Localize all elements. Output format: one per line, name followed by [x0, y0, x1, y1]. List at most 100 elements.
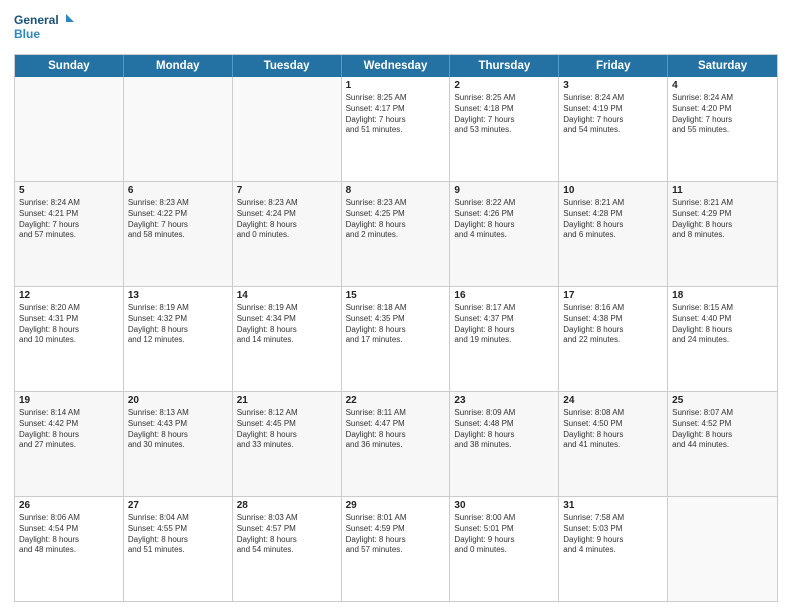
- day-info: Sunrise: 8:09 AM Sunset: 4:48 PM Dayligh…: [454, 408, 554, 451]
- day-info: Sunrise: 8:20 AM Sunset: 4:31 PM Dayligh…: [19, 303, 119, 346]
- day-cell-6: 6 Sunrise: 8:23 AM Sunset: 4:22 PM Daylig…: [124, 182, 233, 286]
- day-number: 11: [672, 185, 773, 196]
- day-cell-5: 5Sunrise: 8:24 AM Sunset: 4:21 PM Daylig…: [15, 182, 124, 286]
- day-number: 15: [346, 290, 446, 301]
- day-cell-30: 30 Sunrise: 8:00 AM Sunset: 5:01 PM Dayli…: [450, 497, 559, 601]
- day-number: 6: [128, 185, 228, 196]
- day-cell-7: 7 Sunrise: 8:23 AM Sunset: 4:24 PM Daylig…: [233, 182, 342, 286]
- day-info: Sunrise: 8:11 AM Sunset: 4:47 PM Dayligh…: [346, 408, 446, 451]
- day-info: Sunrise: 8:16 AM Sunset: 4:38 PM Dayligh…: [563, 303, 663, 346]
- day-number: 3: [563, 80, 663, 91]
- day-info: Sunrise: 8:19 AM Sunset: 4:34 PM Dayligh…: [237, 303, 337, 346]
- calendar-row-3: 19 Sunrise: 8:14 AM Sunset: 4:42 PM Dayli…: [15, 391, 777, 496]
- day-cell-26: 26 Sunrise: 8:06 AM Sunset: 4:54 PM Dayli…: [15, 497, 124, 601]
- day-info: Sunrise: 8:21 AM Sunset: 4:29 PM Dayligh…: [672, 198, 773, 241]
- day-info: Sunrise: 8:06 AM Sunset: 4:54 PM Dayligh…: [19, 513, 119, 556]
- day-info: Sunrise: 8:08 AM Sunset: 4:50 PM Dayligh…: [563, 408, 663, 451]
- logo-svg: General Blue: [14, 10, 74, 46]
- header-day-friday: Friday: [559, 55, 668, 77]
- day-info: Sunrise: 8:13 AM Sunset: 4:43 PM Dayligh…: [128, 408, 228, 451]
- day-cell-22: 22 Sunrise: 8:11 AM Sunset: 4:47 PM Dayli…: [342, 392, 451, 496]
- day-number: 16: [454, 290, 554, 301]
- day-info: Sunrise: 8:14 AM Sunset: 4:42 PM Dayligh…: [19, 408, 119, 451]
- day-info: Sunrise: 8:24 AM Sunset: 4:19 PM Dayligh…: [563, 93, 663, 136]
- day-number: 1: [346, 80, 446, 91]
- logo: General Blue: [14, 10, 74, 46]
- day-info: Sunrise: 8:00 AM Sunset: 5:01 PM Dayligh…: [454, 513, 554, 556]
- day-cell-25: 25Sunrise: 8:07 AM Sunset: 4:52 PM Dayli…: [668, 392, 777, 496]
- day-cell-2: 2 Sunrise: 8:25 AM Sunset: 4:18 PM Daylig…: [450, 77, 559, 181]
- day-cell-31: 31 Sunrise: 7:58 AM Sunset: 5:03 PM Dayli…: [559, 497, 668, 601]
- day-cell-11: 11 Sunrise: 8:21 AM Sunset: 4:29 PM Dayli…: [668, 182, 777, 286]
- day-number: 23: [454, 395, 554, 406]
- day-info: Sunrise: 8:25 AM Sunset: 4:18 PM Dayligh…: [454, 93, 554, 136]
- calendar-body: 1 Sunrise: 8:25 AM Sunset: 4:17 PM Daylig…: [15, 77, 777, 601]
- day-number: 19: [19, 395, 119, 406]
- calendar-row-4: 26 Sunrise: 8:06 AM Sunset: 4:54 PM Dayli…: [15, 496, 777, 601]
- day-number: 14: [237, 290, 337, 301]
- day-info: Sunrise: 7:58 AM Sunset: 5:03 PM Dayligh…: [563, 513, 663, 556]
- day-info: Sunrise: 8:21 AM Sunset: 4:28 PM Dayligh…: [563, 198, 663, 241]
- day-info: Sunrise: 8:07 AM Sunset: 4:52 PM Dayligh…: [672, 408, 773, 451]
- day-cell-18: 18 Sunrise: 8:15 AM Sunset: 4:40 PM Dayli…: [668, 287, 777, 391]
- empty-cell: [124, 77, 233, 181]
- empty-cell: [15, 77, 124, 181]
- day-info: Sunrise: 8:19 AM Sunset: 4:32 PM Dayligh…: [128, 303, 228, 346]
- day-number: 29: [346, 500, 446, 511]
- header-day-monday: Monday: [124, 55, 233, 77]
- day-number: 5: [19, 185, 119, 196]
- day-info: Sunrise: 8:03 AM Sunset: 4:57 PM Dayligh…: [237, 513, 337, 556]
- day-number: 7: [237, 185, 337, 196]
- day-number: 21: [237, 395, 337, 406]
- day-cell-19: 19 Sunrise: 8:14 AM Sunset: 4:42 PM Dayli…: [15, 392, 124, 496]
- header-day-sunday: Sunday: [15, 55, 124, 77]
- day-info: Sunrise: 8:24 AM Sunset: 4:20 PM Dayligh…: [672, 93, 773, 136]
- calendar-row-0: 1 Sunrise: 8:25 AM Sunset: 4:17 PM Daylig…: [15, 77, 777, 181]
- day-cell-20: 20 Sunrise: 8:13 AM Sunset: 4:43 PM Dayli…: [124, 392, 233, 496]
- svg-text:Blue: Blue: [14, 27, 40, 41]
- day-number: 27: [128, 500, 228, 511]
- empty-cell: [233, 77, 342, 181]
- day-cell-12: 12 Sunrise: 8:20 AM Sunset: 4:31 PM Dayli…: [15, 287, 124, 391]
- day-cell-15: 15 Sunrise: 8:18 AM Sunset: 4:35 PM Dayli…: [342, 287, 451, 391]
- calendar-header: SundayMondayTuesdayWednesdayThursdayFrid…: [15, 55, 777, 77]
- calendar-row-2: 12 Sunrise: 8:20 AM Sunset: 4:31 PM Dayli…: [15, 286, 777, 391]
- day-number: 10: [563, 185, 663, 196]
- day-number: 18: [672, 290, 773, 301]
- day-number: 31: [563, 500, 663, 511]
- header-day-saturday: Saturday: [668, 55, 777, 77]
- day-info: Sunrise: 8:25 AM Sunset: 4:17 PM Dayligh…: [346, 93, 446, 136]
- day-number: 22: [346, 395, 446, 406]
- day-number: 20: [128, 395, 228, 406]
- day-info: Sunrise: 8:12 AM Sunset: 4:45 PM Dayligh…: [237, 408, 337, 451]
- day-cell-9: 9 Sunrise: 8:22 AM Sunset: 4:26 PM Daylig…: [450, 182, 559, 286]
- day-cell-24: 24 Sunrise: 8:08 AM Sunset: 4:50 PM Dayli…: [559, 392, 668, 496]
- day-cell-29: 29Sunrise: 8:01 AM Sunset: 4:59 PM Dayli…: [342, 497, 451, 601]
- page: General Blue SundayMondayTuesdayWednesda…: [0, 0, 792, 612]
- header-day-wednesday: Wednesday: [342, 55, 451, 77]
- day-number: 30: [454, 500, 554, 511]
- day-number: 9: [454, 185, 554, 196]
- header: General Blue: [14, 10, 778, 46]
- day-number: 26: [19, 500, 119, 511]
- day-number: 4: [672, 80, 773, 91]
- day-info: Sunrise: 8:15 AM Sunset: 4:40 PM Dayligh…: [672, 303, 773, 346]
- day-number: 17: [563, 290, 663, 301]
- day-number: 12: [19, 290, 119, 301]
- day-info: Sunrise: 8:22 AM Sunset: 4:26 PM Dayligh…: [454, 198, 554, 241]
- day-cell-10: 10 Sunrise: 8:21 AM Sunset: 4:28 PM Dayli…: [559, 182, 668, 286]
- day-info: Sunrise: 8:23 AM Sunset: 4:24 PM Dayligh…: [237, 198, 337, 241]
- day-cell-17: 17 Sunrise: 8:16 AM Sunset: 4:38 PM Dayli…: [559, 287, 668, 391]
- day-number: 2: [454, 80, 554, 91]
- day-info: Sunrise: 8:18 AM Sunset: 4:35 PM Dayligh…: [346, 303, 446, 346]
- day-info: Sunrise: 8:23 AM Sunset: 4:22 PM Dayligh…: [128, 198, 228, 241]
- day-cell-13: 13Sunrise: 8:19 AM Sunset: 4:32 PM Dayli…: [124, 287, 233, 391]
- day-number: 24: [563, 395, 663, 406]
- day-cell-8: 8Sunrise: 8:23 AM Sunset: 4:25 PM Daylig…: [342, 182, 451, 286]
- day-cell-1: 1 Sunrise: 8:25 AM Sunset: 4:17 PM Daylig…: [342, 77, 451, 181]
- calendar-row-1: 5Sunrise: 8:24 AM Sunset: 4:21 PM Daylig…: [15, 181, 777, 286]
- day-cell-21: 21 Sunrise: 8:12 AM Sunset: 4:45 PM Dayli…: [233, 392, 342, 496]
- day-info: Sunrise: 8:04 AM Sunset: 4:55 PM Dayligh…: [128, 513, 228, 556]
- header-day-thursday: Thursday: [450, 55, 559, 77]
- day-cell-4: 4 Sunrise: 8:24 AM Sunset: 4:20 PM Daylig…: [668, 77, 777, 181]
